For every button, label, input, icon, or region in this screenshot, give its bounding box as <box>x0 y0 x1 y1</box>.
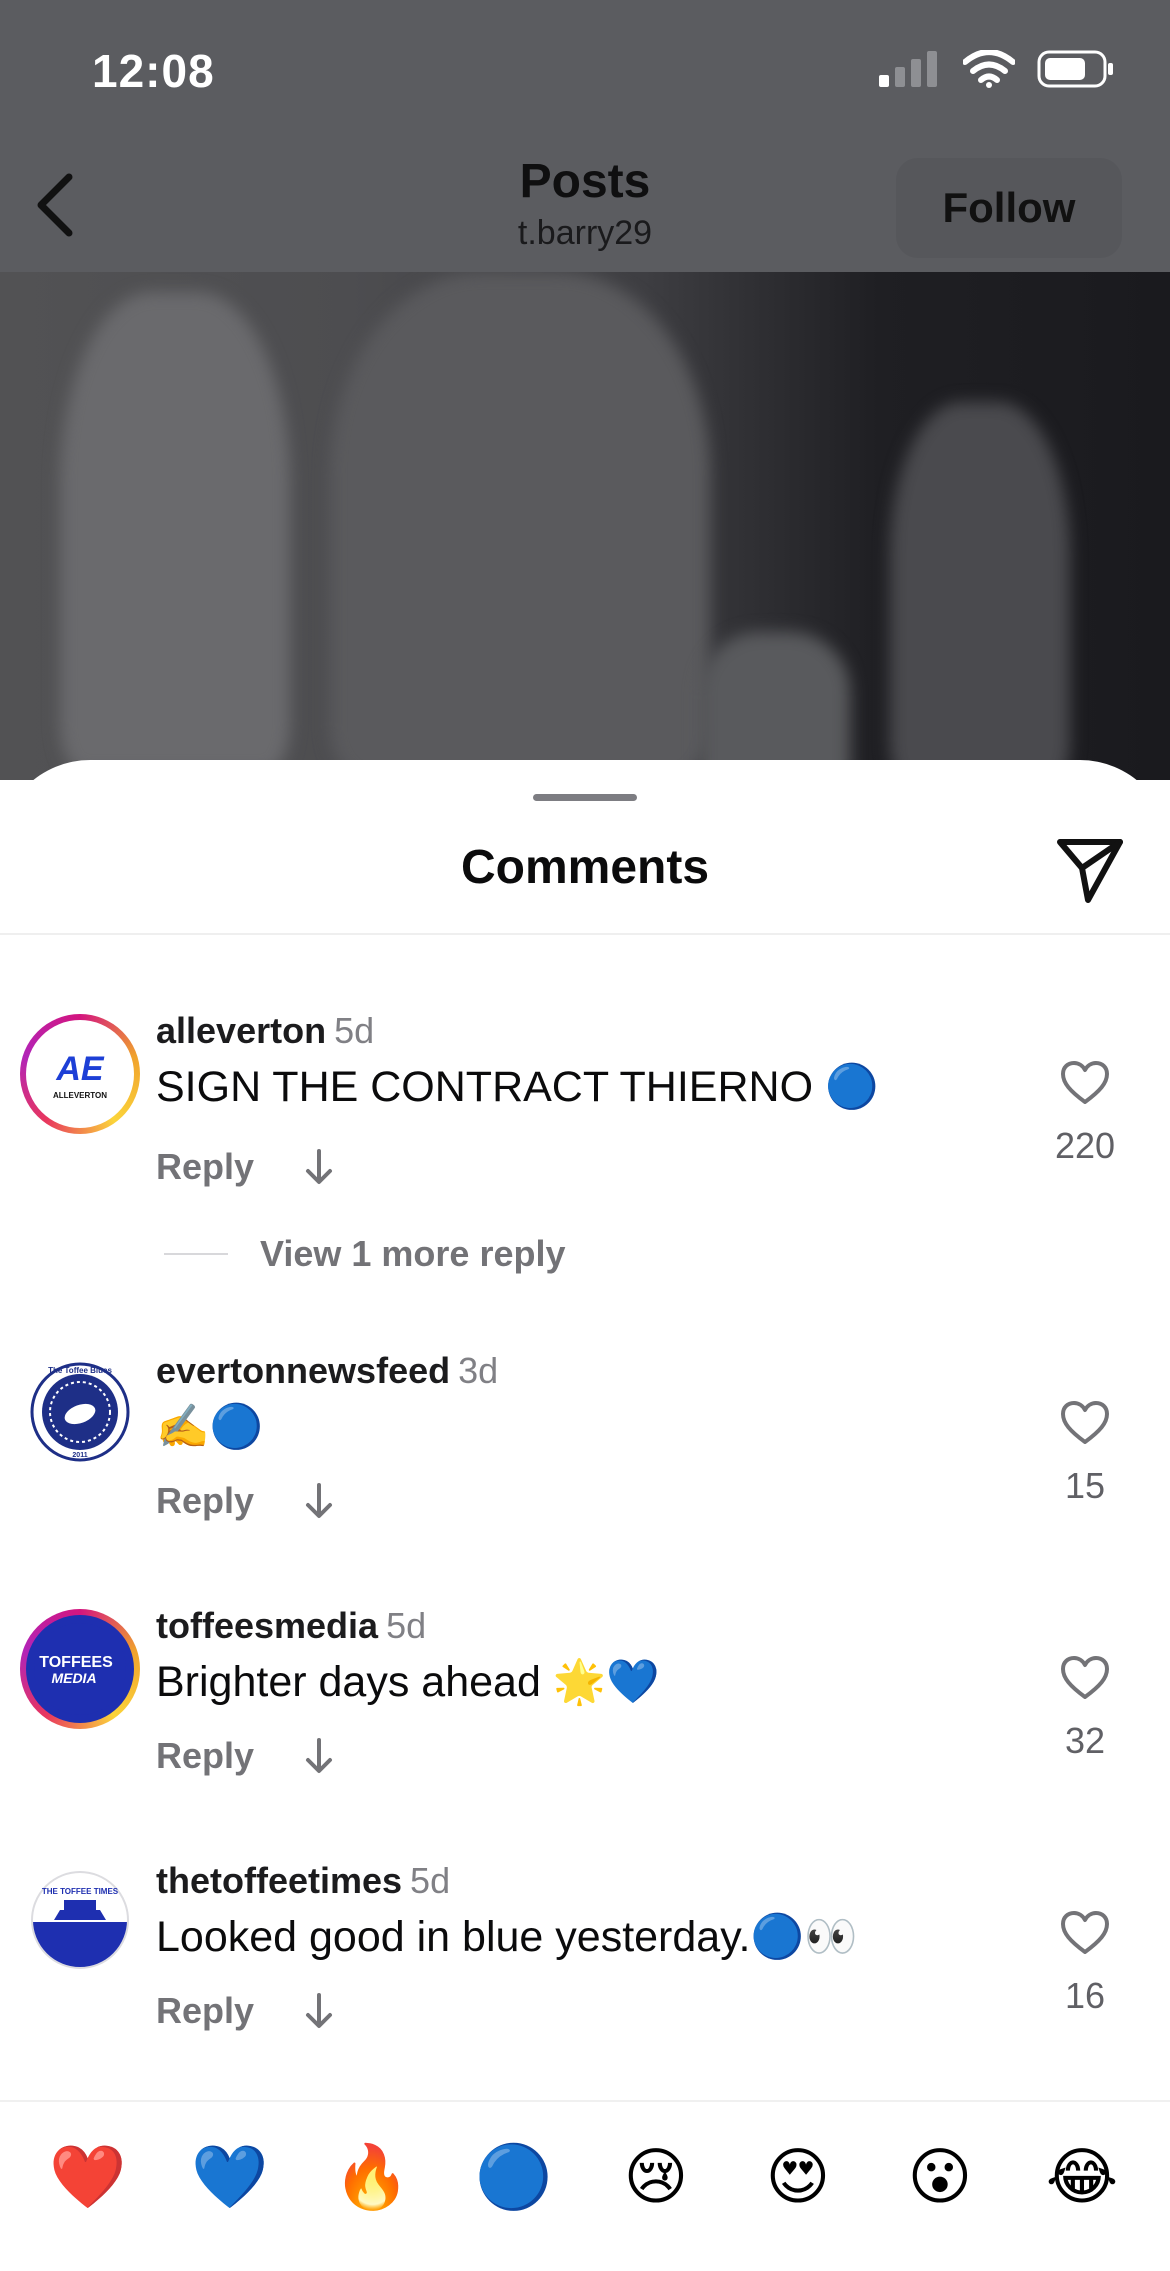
heart-outline-icon <box>1061 1061 1109 1104</box>
comment-actions: Reply <box>156 1990 334 2032</box>
see-translation-button[interactable] <box>304 1738 334 1774</box>
like-button[interactable]: 15 <box>1040 1400 1130 1507</box>
avatar-logo-caption: ALLEVERTON <box>53 1091 107 1100</box>
cellular-signal-icon <box>879 51 937 87</box>
comment-username[interactable]: toffeesmedia <box>156 1605 378 1646</box>
comment-meta: evertonnewsfeed 3d <box>156 1350 498 1392</box>
comment-text: Looked good in blue yesterday.🔵👀 <box>156 1913 858 1961</box>
comment-text: ✍️🔵 <box>156 1403 264 1451</box>
emoji-crying-face-button[interactable]: 😢 <box>608 2140 704 2230</box>
nav-bar: Posts t.barry29 Follow <box>0 150 1170 272</box>
like-count: 220 <box>1054 1125 1116 1166</box>
follow-button[interactable]: Follow <box>896 158 1122 258</box>
post-photo <box>0 272 1170 780</box>
avatar-logo-text: The Toffee Blues <box>48 1366 112 1375</box>
avatar[interactable]: THE TOFFEE TIMES <box>20 1860 140 1980</box>
dimmed-post-background[interactable]: 12:08 Posts t.barry29 Follow <box>0 0 1170 780</box>
emoji-blue-circle-button[interactable]: 🔵 <box>466 2140 562 2230</box>
sheet-grabber-handle[interactable] <box>533 794 637 801</box>
avatar-logo-text: THE TOFFEE TIMES <box>42 1887 119 1896</box>
paper-plane-icon <box>1057 839 1123 903</box>
comment-text: SIGN THE CONTRACT THIERNO 🔵 <box>156 1063 879 1111</box>
comment-meta: alleverton 5d <box>156 1010 374 1052</box>
emoji-bar-divider <box>0 2100 1170 2102</box>
arrow-down-icon <box>306 1993 333 2028</box>
comment-username[interactable]: evertonnewsfeed <box>156 1350 450 1391</box>
view-more-replies-label: View 1 more reply <box>260 1233 566 1274</box>
avatar-logo-caption: 2011 <box>72 1452 87 1459</box>
like-button[interactable]: 32 <box>1040 1655 1130 1762</box>
view-more-replies-button[interactable]: View 1 more reply <box>164 1233 566 1275</box>
see-translation-button[interactable] <box>304 1149 334 1185</box>
comment-actions: Reply <box>156 1480 334 1522</box>
status-icons <box>879 50 1115 88</box>
status-time: 12:08 <box>92 45 215 97</box>
comment-age: 3d <box>458 1350 499 1391</box>
arrow-down-icon <box>306 1149 333 1184</box>
emoji-surprised-face-button[interactable]: 😮 <box>892 2140 988 2230</box>
emoji-blue-heart-button[interactable]: 💙 <box>182 2140 278 2230</box>
emoji-fire-button[interactable]: 🔥 <box>324 2140 420 2230</box>
battery-icon <box>1037 50 1113 88</box>
comment-age: 5d <box>410 1860 451 1901</box>
see-translation-button[interactable] <box>304 1483 334 1519</box>
like-button[interactable]: 16 <box>1040 1910 1130 2017</box>
status-bar: 12:08 <box>0 0 1170 150</box>
see-translation-button[interactable] <box>304 1993 334 2029</box>
share-button[interactable] <box>1050 830 1130 910</box>
sheet-title: Comments <box>460 841 710 894</box>
heart-outline-icon <box>1061 1401 1109 1444</box>
heart-outline-icon <box>1061 1911 1109 1954</box>
sheet-header-divider <box>0 933 1170 935</box>
like-count: 16 <box>1064 1975 1106 2016</box>
emoji-laughing-crying-button[interactable]: 😂 <box>1034 2140 1130 2230</box>
comment-age: 5d <box>334 1010 375 1051</box>
avatar-logo-caption: MEDIA <box>51 1670 96 1686</box>
avatar-logo-text: TOFFEES <box>39 1654 113 1671</box>
emoji-red-heart-button[interactable]: ❤️ <box>40 2140 136 2230</box>
avatar[interactable]: AE ALLEVERTON <box>20 1014 140 1134</box>
like-button[interactable]: 220 <box>1040 1060 1130 1167</box>
arrow-down-icon <box>306 1738 333 1773</box>
reply-button[interactable]: Reply <box>156 1735 254 1777</box>
comment-text: Brighter days ahead 🌟💙 <box>156 1658 660 1706</box>
wifi-icon <box>963 50 1015 88</box>
arrow-down-icon <box>306 1483 333 1518</box>
quick-emoji-bar: ❤️ 💙 🔥 🔵 😢 😍 😮 😂 <box>0 2140 1170 2230</box>
avatar[interactable]: The Toffee Blues 2011 <box>20 1352 140 1472</box>
avatar-logo-text: AE <box>55 1050 105 1088</box>
comment-meta: thetoffeetimes 5d <box>156 1860 450 1902</box>
comment-age: 5d <box>386 1605 427 1646</box>
comment-meta: toffeesmedia 5d <box>156 1605 426 1647</box>
reply-button[interactable]: Reply <box>156 1990 254 2032</box>
heart-outline-icon <box>1061 1656 1109 1699</box>
reply-thread-line <box>164 1253 228 1255</box>
comment-username[interactable]: alleverton <box>156 1010 326 1051</box>
like-count: 32 <box>1064 1720 1106 1761</box>
avatar[interactable]: TOFFEES MEDIA <box>20 1609 140 1729</box>
comment-username[interactable]: thetoffeetimes <box>156 1860 402 1901</box>
reply-button[interactable]: Reply <box>156 1146 254 1188</box>
emoji-heart-eyes-button[interactable]: 😍 <box>750 2140 846 2230</box>
comment-actions: Reply <box>156 1735 334 1777</box>
like-count: 15 <box>1064 1465 1106 1506</box>
comment-actions: Reply <box>156 1146 334 1188</box>
reply-button[interactable]: Reply <box>156 1480 254 1522</box>
